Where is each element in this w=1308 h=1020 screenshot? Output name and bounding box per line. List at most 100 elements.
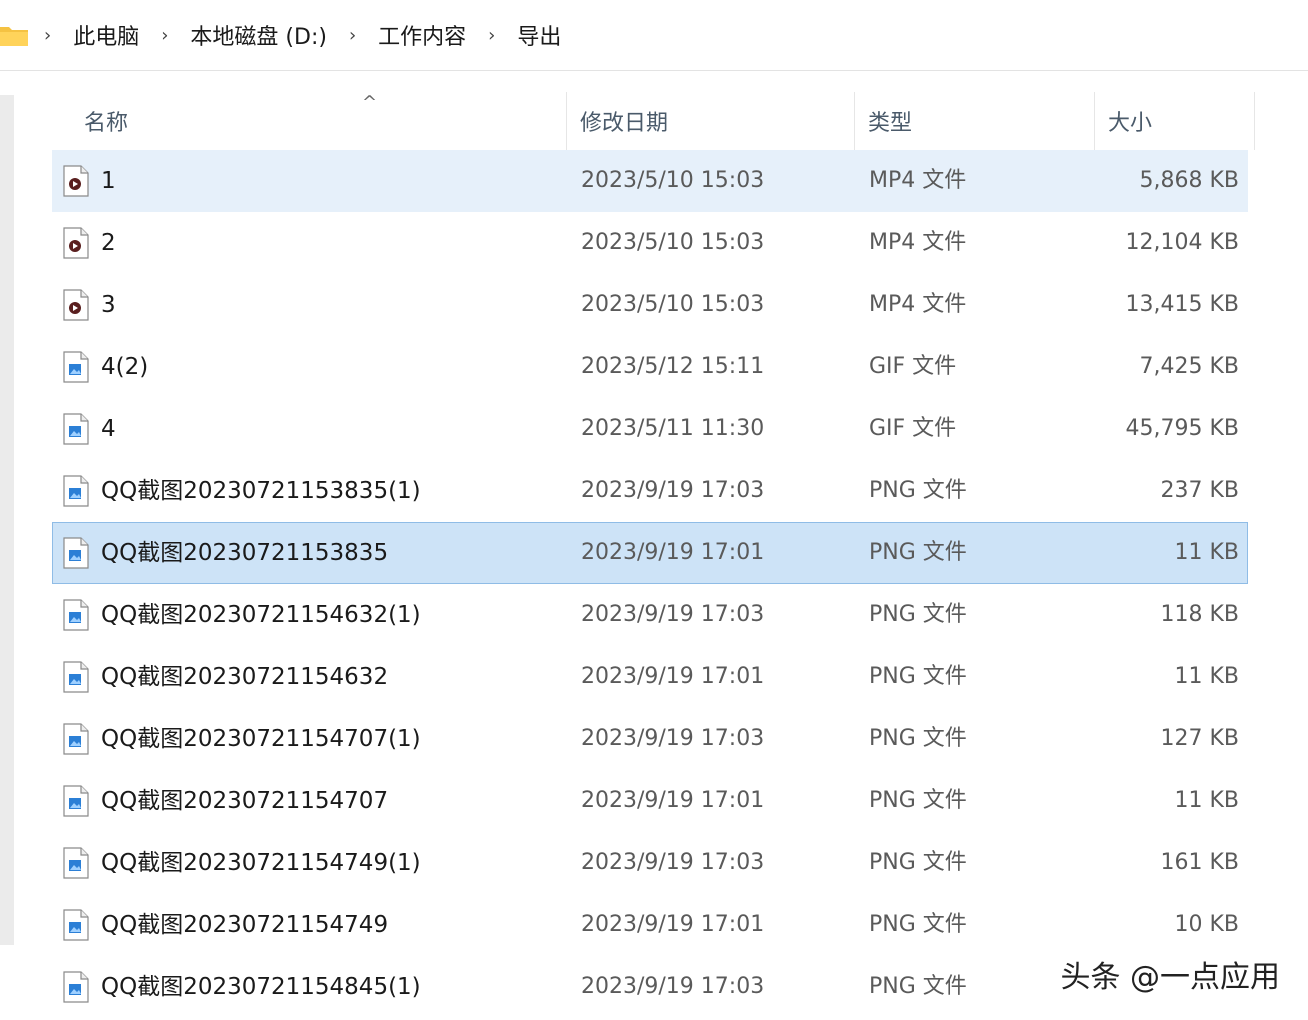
column-divider[interactable] bbox=[1254, 92, 1255, 150]
file-name: QQ截图20230721153835 bbox=[101, 540, 389, 566]
breadcrumb-item-this-pc[interactable]: 此电脑 bbox=[73, 19, 139, 51]
file-row[interactable]: QQ截图20230721154632(1) 2023/9/19 17:03 PNG … bbox=[52, 584, 1248, 646]
file-type: PNG 文件 bbox=[869, 664, 967, 689]
breadcrumb-item-export[interactable]: 导出 bbox=[517, 19, 561, 51]
image-file-icon bbox=[63, 661, 89, 693]
file-date-modified: 2023/9/19 17:03 bbox=[581, 478, 765, 503]
file-list: 1 2023/5/10 15:03 MP4 文件 5,868 KB 2 2023/5/10… bbox=[52, 150, 1248, 1018]
file-name: 2 bbox=[101, 230, 116, 256]
video-file-icon bbox=[63, 289, 89, 321]
file-date-modified: 2023/9/19 17:03 bbox=[581, 602, 765, 627]
file-type: PNG 文件 bbox=[869, 974, 967, 999]
image-file-icon bbox=[63, 599, 89, 631]
file-type: PNG 文件 bbox=[869, 850, 967, 875]
file-name: QQ截图20230721154632(1) bbox=[101, 602, 421, 628]
file-row[interactable]: 1 2023/5/10 15:03 MP4 文件 5,868 KB bbox=[52, 150, 1248, 212]
file-size: 11 KB bbox=[1174, 540, 1239, 565]
file-type: PNG 文件 bbox=[869, 912, 967, 937]
file-row[interactable]: 2 2023/5/10 15:03 MP4 文件 12,104 KB bbox=[52, 212, 1248, 274]
image-file-icon bbox=[63, 475, 89, 507]
video-file-icon bbox=[63, 227, 89, 259]
file-name: QQ截图20230721154707(1) bbox=[101, 726, 421, 752]
file-name: QQ截图20230721153835(1) bbox=[101, 478, 421, 504]
file-date-modified: 2023/5/10 15:03 bbox=[581, 230, 765, 255]
image-file-icon bbox=[63, 847, 89, 879]
file-name: QQ截图20230721154749 bbox=[101, 912, 389, 938]
breadcrumb-item-work[interactable]: 工作内容 bbox=[378, 19, 466, 51]
file-type: MP4 文件 bbox=[869, 292, 967, 317]
file-name: QQ截图20230721154707 bbox=[101, 788, 389, 814]
file-name: QQ截图20230721154845(1) bbox=[101, 974, 421, 1000]
file-name: QQ截图20230721154749(1) bbox=[101, 850, 421, 876]
file-date-modified: 2023/9/19 17:01 bbox=[581, 788, 765, 813]
file-size: 5,868 KB bbox=[1139, 168, 1240, 193]
folder-icon bbox=[0, 27, 28, 46]
file-type: PNG 文件 bbox=[869, 602, 967, 627]
file-row[interactable]: QQ截图20230721154707(1) 2023/9/19 17:03 PNG … bbox=[52, 708, 1248, 770]
file-row[interactable]: 4(2) 2023/5/12 15:11 GIF 文件 7,425 KB bbox=[52, 336, 1248, 398]
file-size: 12,104 KB bbox=[1125, 230, 1240, 255]
column-divider[interactable] bbox=[854, 92, 855, 150]
breadcrumb-item-drive-d[interactable]: 本地磁盘 (D:) bbox=[190, 19, 327, 51]
file-type: MP4 文件 bbox=[869, 168, 967, 193]
sort-ascending-icon: ^ bbox=[362, 92, 378, 113]
image-file-icon bbox=[63, 723, 89, 755]
address-bar[interactable]: › 此电脑 › 本地磁盘 (D:) › 工作内容 › 导出 bbox=[0, 0, 1308, 71]
navigation-pane-edge bbox=[0, 95, 14, 945]
file-size: 127 KB bbox=[1160, 726, 1239, 751]
file-type: PNG 文件 bbox=[869, 788, 967, 813]
column-header-name[interactable]: 名称 bbox=[84, 92, 128, 150]
file-row[interactable]: QQ截图20230721154749(1) 2023/9/19 17:03 PNG … bbox=[52, 832, 1248, 894]
file-date-modified: 2023/5/10 15:03 bbox=[581, 292, 765, 317]
file-name: 1 bbox=[101, 168, 116, 194]
file-name: 4 bbox=[101, 416, 116, 442]
column-header-date[interactable]: 修改日期 bbox=[580, 92, 668, 150]
image-file-icon bbox=[63, 909, 89, 941]
watermark: 头条 @一点应用 bbox=[1060, 960, 1280, 995]
file-row[interactable]: QQ截图20230721153835(1) 2023/9/19 17:03 PNG … bbox=[52, 460, 1248, 522]
file-size: 13,415 KB bbox=[1125, 292, 1240, 317]
image-file-icon bbox=[63, 971, 89, 1003]
image-file-icon bbox=[63, 785, 89, 817]
file-date-modified: 2023/5/12 15:11 bbox=[581, 354, 765, 379]
file-date-modified: 2023/9/19 17:01 bbox=[581, 912, 765, 937]
file-date-modified: 2023/9/19 17:03 bbox=[581, 850, 765, 875]
file-date-modified: 2023/9/19 17:01 bbox=[581, 664, 765, 689]
file-size: 45,795 KB bbox=[1125, 416, 1240, 441]
column-divider[interactable] bbox=[1094, 92, 1095, 150]
file-name: 3 bbox=[101, 292, 116, 318]
file-type: PNG 文件 bbox=[869, 726, 967, 751]
file-name: 4(2) bbox=[101, 354, 149, 380]
chevron-right-icon[interactable]: › bbox=[349, 25, 356, 46]
image-file-icon bbox=[63, 537, 89, 569]
image-file-icon bbox=[63, 351, 89, 383]
file-date-modified: 2023/9/19 17:03 bbox=[581, 726, 765, 751]
file-size: 118 KB bbox=[1160, 602, 1239, 627]
file-size: 10 KB bbox=[1174, 912, 1239, 937]
file-size: 7,425 KB bbox=[1139, 354, 1240, 379]
file-size: 11 KB bbox=[1174, 788, 1239, 813]
column-divider[interactable] bbox=[566, 92, 567, 150]
file-size: 237 KB bbox=[1160, 478, 1239, 503]
chevron-right-icon[interactable]: › bbox=[44, 25, 51, 46]
file-row[interactable]: QQ截图20230721154749 2023/9/19 17:01 PNG 文件 1… bbox=[52, 894, 1248, 956]
file-name: QQ截图20230721154632 bbox=[101, 664, 389, 690]
breadcrumb: › 此电脑 › 本地磁盘 (D:) › 工作内容 › 导出 bbox=[40, 0, 579, 70]
video-file-icon bbox=[63, 165, 89, 197]
file-row[interactable]: QQ截图20230721153835 2023/9/19 17:01 PNG 文件 1… bbox=[52, 522, 1248, 584]
file-row[interactable]: QQ截图20230721154707 2023/9/19 17:01 PNG 文件 1… bbox=[52, 770, 1248, 832]
column-header-size[interactable]: 大小 bbox=[1108, 92, 1152, 150]
file-date-modified: 2023/9/19 17:01 bbox=[581, 540, 765, 565]
file-date-modified: 2023/5/10 15:03 bbox=[581, 168, 765, 193]
file-date-modified: 2023/5/11 11:30 bbox=[581, 416, 765, 441]
chevron-right-icon[interactable]: › bbox=[161, 25, 168, 46]
file-date-modified: 2023/9/19 17:03 bbox=[581, 974, 765, 999]
file-row[interactable]: QQ截图20230721154632 2023/9/19 17:01 PNG 文件 1… bbox=[52, 646, 1248, 708]
chevron-right-icon[interactable]: › bbox=[488, 25, 495, 46]
file-size: 11 KB bbox=[1174, 664, 1239, 689]
file-row[interactable]: 3 2023/5/10 15:03 MP4 文件 13,415 KB bbox=[52, 274, 1248, 336]
file-row[interactable]: 4 2023/5/11 11:30 GIF 文件 45,795 KB bbox=[52, 398, 1248, 460]
column-header-type[interactable]: 类型 bbox=[868, 92, 912, 150]
file-size: 161 KB bbox=[1160, 850, 1239, 875]
column-header-row: 名称 ^ 修改日期 类型 大小 bbox=[52, 92, 1256, 150]
